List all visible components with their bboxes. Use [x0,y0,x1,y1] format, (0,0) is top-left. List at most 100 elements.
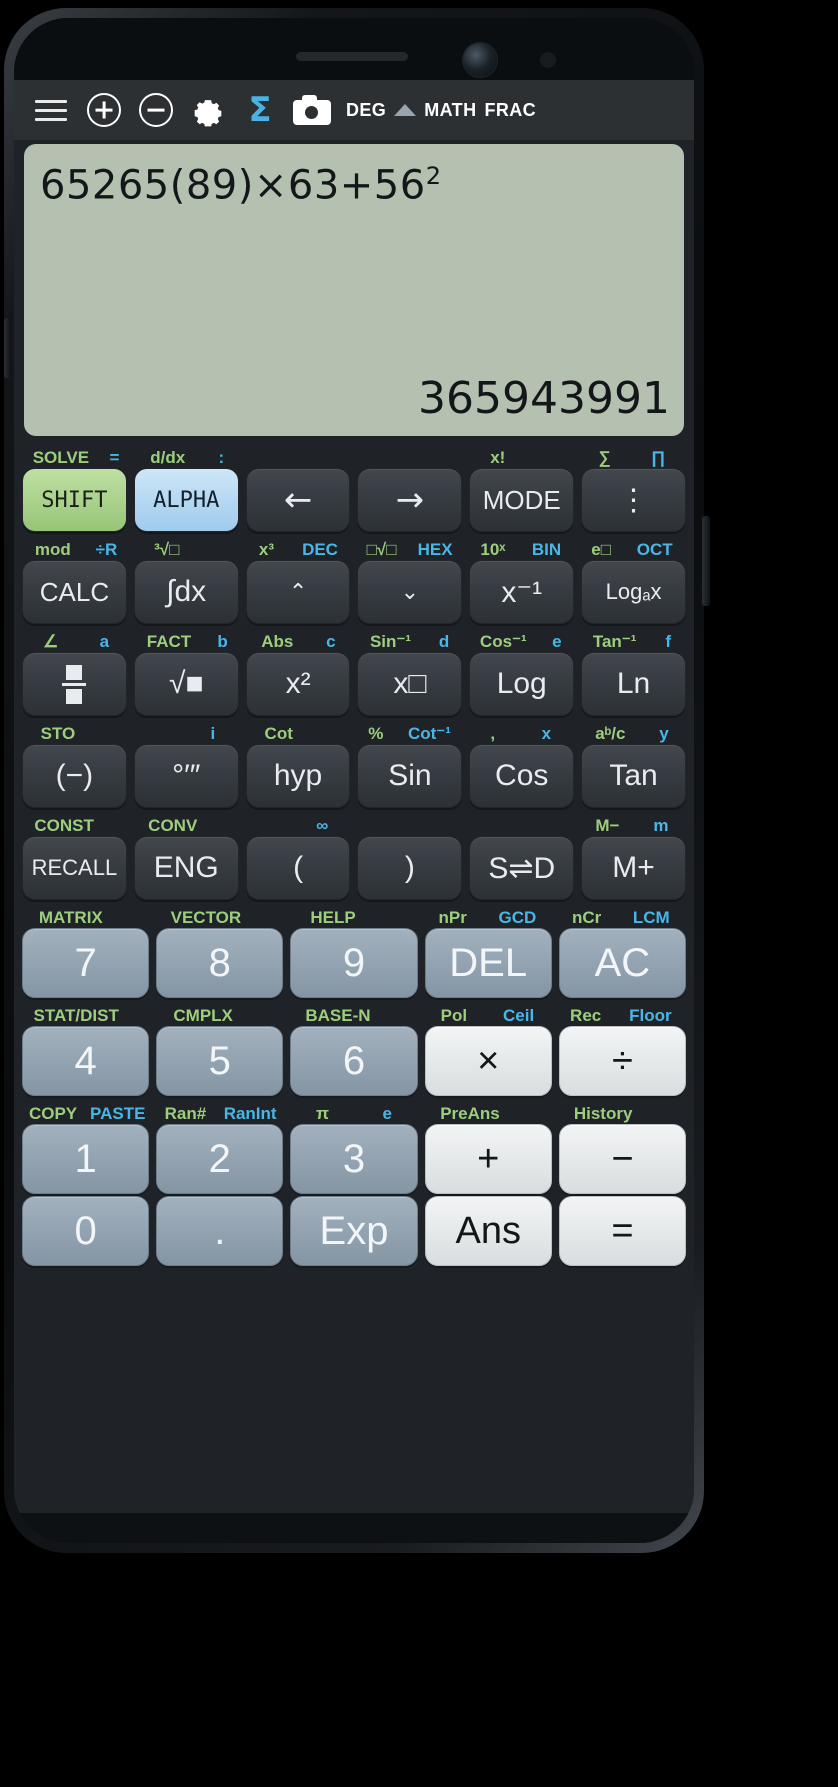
key-x[interactable]: x² [245,652,351,716]
key-label: − [611,1137,634,1180]
key-arrow-right-icon[interactable]: → [357,468,463,532]
key-9[interactable]: 9 [290,928,418,998]
key-5[interactable]: 5 [156,1026,284,1096]
key-sin[interactable]: Sin [357,744,463,808]
shift-label: ∠ [43,632,59,651]
key-key[interactable]: = [558,1196,687,1266]
key-hyp[interactable]: hyp [245,744,351,808]
key-label: ⌄ [400,579,420,605]
key-key[interactable]: ) [357,836,463,900]
key-label: × [477,1039,500,1082]
key-secondary-labels: nCr LCM [558,909,684,926]
key-secondary-labels: Abs c [246,633,350,650]
key-key[interactable]: − [558,1124,687,1194]
key-s-d[interactable]: S⇌D [469,836,575,900]
key-6[interactable]: 6 [290,1026,418,1096]
shift-label: Tan⁻¹ [592,632,637,651]
key-1[interactable]: 1 [22,1124,150,1194]
key-log[interactable]: Log [469,652,575,716]
key-cos[interactable]: Cos [469,744,575,808]
zoom-out-button[interactable] [130,87,182,133]
key-key[interactable]: √■ [133,652,239,716]
key-secondary-labels: ∠ a [24,633,128,650]
key-8[interactable]: 8 [156,928,284,998]
shift-label: Abs [261,632,294,651]
zoom-in-button[interactable] [78,87,130,133]
hamburger-menu-icon[interactable] [24,87,78,133]
key-fraction-icon[interactable] [22,652,127,716]
key-secondary-labels: MATRIX [24,909,150,926]
key-label: Ans [455,1209,521,1252]
key-secondary-labels: e□ OCT [580,541,684,558]
key-label: 5 [208,1038,231,1083]
key-secondary-labels: SOLVE = [24,449,128,466]
key-del[interactable]: DEL [424,928,552,998]
calculator-display[interactable]: 65265(89)×63+562 365943991 [24,144,684,436]
key-label: °′″ [172,759,201,792]
key-ln[interactable]: Ln [581,652,686,716]
calculator-app: Σ DEG MATH FRAC 65265(89)×63+562 3659439… [14,80,694,1543]
key-tan[interactable]: Tan [581,744,686,808]
key-key[interactable]: . [156,1196,284,1266]
key-0[interactable]: 0 [22,1196,150,1266]
key-mode[interactable]: MODE [469,468,575,532]
screenshot-button[interactable] [286,87,338,133]
key-dx[interactable]: ∫dx [133,560,239,624]
key-x[interactable]: x□ [357,652,463,716]
key-secondary-labels: VECTOR [157,909,283,926]
key-secondary-labels: □√□ HEX [358,541,462,558]
key-label: ) [404,851,415,884]
key-key[interactable]: ( [245,836,351,900]
key-ans[interactable]: Ans [424,1196,552,1266]
key-more-vertical-icon[interactable]: ⋮ [581,468,686,532]
alpha-label: GCD [498,908,537,927]
keypad-label-row: STO i Cot% Cot⁻¹, x aᵇ/c y [22,718,686,744]
key-key[interactable]: (−) [22,744,127,808]
key-key[interactable]: °′″ [133,744,239,808]
key-label: 9 [342,940,366,985]
key-ac[interactable]: AC [558,928,687,998]
key-log-x[interactable]: Logₐx [581,560,686,624]
key-secondary-labels: ∑ ∏ [580,449,684,466]
key-x[interactable]: x⁻¹ [469,560,575,624]
key-exp[interactable]: Exp [290,1196,418,1266]
key-secondary-labels: FACT b [135,633,239,650]
key-7[interactable]: 7 [22,928,150,998]
alpha-label: b [217,632,228,651]
key-4[interactable]: 4 [22,1026,150,1096]
key-chevron-up-icon[interactable]: ⌃ [245,560,351,624]
key-label: + [477,1137,500,1180]
key-label: 0 [74,1208,97,1253]
key-3[interactable]: 3 [290,1124,418,1194]
key-label: hyp [273,759,323,792]
key-m[interactable]: M+ [581,836,686,900]
key-secondary-labels: COPY PASTE [24,1105,150,1122]
key-secondary-labels: aᵇ/c y [580,725,684,742]
shift-label: Rec [570,1006,602,1025]
frac-mode-indicator: FRAC [484,99,537,120]
key-calc[interactable]: CALC [22,560,127,624]
key-arrow-left-icon[interactable]: ← [245,468,351,532]
sensor-dot [540,52,556,68]
settings-button[interactable] [182,87,234,133]
volume-button[interactable] [4,318,11,378]
shift-label: STAT/DIST [33,1006,119,1025]
summation-button[interactable]: Σ [234,87,286,133]
key-secondary-labels: History [558,1105,684,1122]
key-key[interactable]: + [424,1124,552,1194]
key-eng[interactable]: ENG [133,836,239,900]
key-recall[interactable]: RECALL [22,836,127,900]
fraction-icon [62,664,87,704]
shift-label: Ran# [164,1104,207,1123]
earpiece-speaker [296,52,408,61]
key-shift[interactable]: SHIFT [22,468,127,532]
key-alpha[interactable]: ALPHA [133,468,239,532]
keypad-key-row: CALC ∫dx ⌃ ⌄ x⁻¹ Logₐx [22,560,686,624]
power-button[interactable] [702,516,710,606]
shift-label: COPY [28,1104,78,1123]
key-2[interactable]: 2 [156,1124,284,1194]
key-key[interactable]: ÷ [558,1026,687,1096]
key-chevron-down-icon[interactable]: ⌄ [357,560,463,624]
key-key[interactable]: × [424,1026,552,1096]
key-label: ∫dx [166,575,207,608]
